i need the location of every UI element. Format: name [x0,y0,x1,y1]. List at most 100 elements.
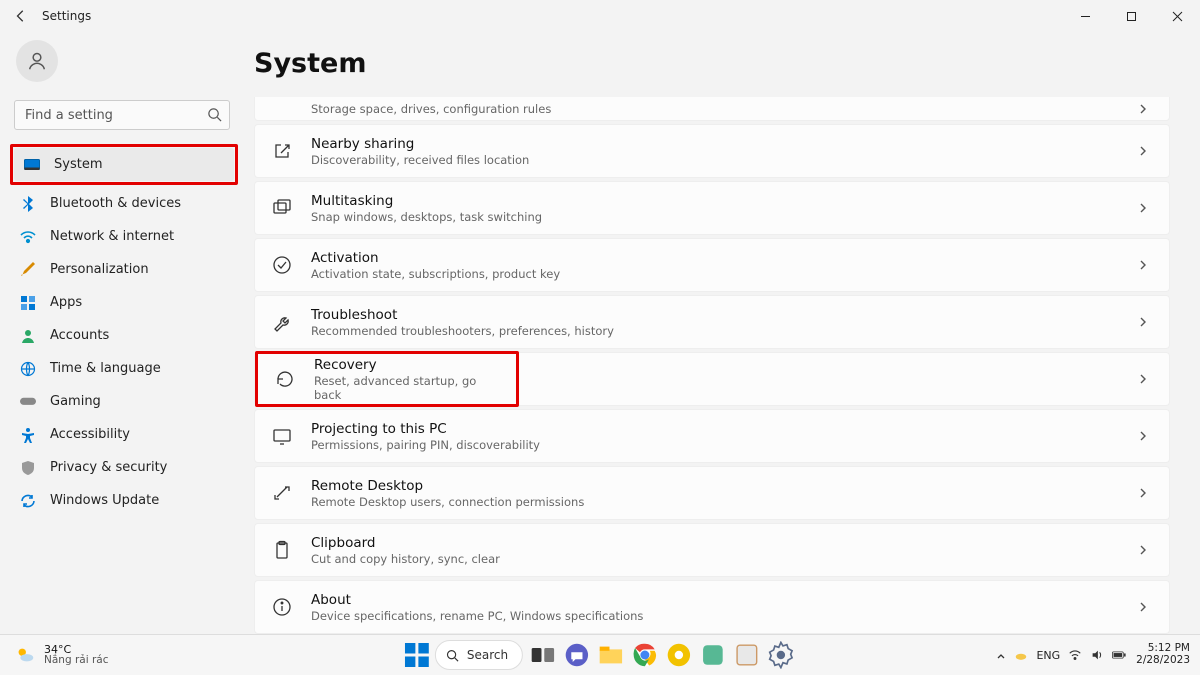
sidebar-item-accessibility[interactable]: Accessibility [10,418,238,451]
search-icon [207,107,222,122]
card-title: Projecting to this PC [311,421,1137,437]
sidebar-item-network[interactable]: Network & internet [10,220,238,253]
taskbar-search-label: Search [467,648,508,662]
chevron-right-icon [1137,544,1149,556]
info-icon [271,596,293,618]
onedrive-icon[interactable] [1014,648,1028,662]
weather-desc: Nắng rải rác [44,655,108,666]
chevron-right-icon [1137,430,1149,442]
sidebar-item-privacy[interactable]: Privacy & security [10,451,238,484]
card-projecting[interactable]: Projecting to this PCPermissions, pairin… [254,409,1170,463]
sidebar-item-label: Privacy & security [50,460,167,475]
globe-icon [20,361,36,377]
sidebar-item-label: Personalization [50,262,149,277]
battery-tray-icon[interactable] [1112,648,1126,662]
card-troubleshoot[interactable]: TroubleshootRecommended troubleshooters,… [254,295,1170,349]
remote-icon [271,482,293,504]
card-title: Clipboard [311,535,1137,551]
card-sub: Snap windows, desktops, task switching [311,210,1137,224]
sidebar-item-windows-update[interactable]: Windows Update [10,484,238,517]
card-remote-desktop[interactable]: Remote DesktopRemote Desktop users, conn… [254,466,1170,520]
minimize-button[interactable] [1062,0,1108,32]
avatar[interactable] [16,40,58,82]
shield-icon [20,460,36,476]
sidebar-item-personalization[interactable]: Personalization [10,253,238,286]
card-nearby-sharing[interactable]: Nearby sharingDiscoverability, received … [254,124,1170,178]
sidebar-item-label: Windows Update [50,493,159,508]
card-recovery-row[interactable]: RecoveryReset, advanced startup, go back [254,352,1170,406]
card-recovery[interactable]: RecoveryReset, advanced startup, go back [258,354,516,404]
chrome-canary-icon[interactable] [665,641,693,669]
card-storage-partial[interactable]: Storage space, drives, configuration rul… [254,97,1170,121]
card-title: Nearby sharing [311,136,1137,152]
explorer-icon[interactable] [597,641,625,669]
taskbar: 34°C Nắng rải rác Search ENG 5:12 [0,634,1200,675]
app-icon-2[interactable] [733,641,761,669]
sidebar-item-label: Apps [50,295,82,310]
sidebar-item-label: Network & internet [50,229,174,244]
brush-icon [20,262,36,278]
taskbar-clock[interactable]: 5:12 PM 2/28/2023 [1136,643,1190,666]
chat-icon[interactable] [563,641,591,669]
card-multitasking[interactable]: MultitaskingSnap windows, desktops, task… [254,181,1170,235]
sidebar-item-label: Gaming [50,394,101,409]
card-title: Troubleshoot [311,307,1137,323]
chevron-right-icon [1137,316,1149,328]
close-button[interactable] [1154,0,1200,32]
back-icon[interactable] [14,9,28,23]
page-title: System [254,48,1170,79]
taskbar-weather[interactable]: 34°C Nắng rải rác [0,644,108,667]
taskbar-search[interactable]: Search [435,640,523,670]
sidebar-item-time-language[interactable]: Time & language [10,352,238,385]
card-title: Recovery [314,357,496,373]
settings-icon[interactable] [767,641,795,669]
card-about[interactable]: AboutDevice specifications, rename PC, W… [254,580,1170,634]
card-title: Activation [311,250,1137,266]
start-button[interactable] [405,643,429,667]
card-sub: Storage space, drives, configuration rul… [311,102,1137,116]
sidebar-item-gaming[interactable]: Gaming [10,385,238,418]
wifi-tray-icon[interactable] [1068,648,1082,662]
card-sub: Permissions, pairing PIN, discoverabilit… [311,438,1137,452]
search-input[interactable] [14,100,230,130]
apps-icon [20,295,36,311]
chevron-right-icon [1137,487,1149,499]
chevron-right-icon [1137,259,1149,271]
card-activation[interactable]: ActivationActivation state, subscription… [254,238,1170,292]
taskview-icon[interactable] [529,641,557,669]
window-title: Settings [42,9,91,23]
sidebar-item-label: Accessibility [50,427,130,442]
sidebar-item-system[interactable]: System [14,148,234,181]
language-indicator[interactable]: ENG [1036,649,1060,662]
card-sub: Discoverability, received files location [311,153,1137,167]
sidebar-item-bluetooth[interactable]: Bluetooth & devices [10,187,238,220]
search-icon [446,649,459,662]
card-sub: Cut and copy history, sync, clear [311,552,1137,566]
card-sub: Remote Desktop users, connection permiss… [311,495,1137,509]
sidebar-item-label: Bluetooth & devices [50,196,181,211]
wrench-icon [271,311,293,333]
card-clipboard[interactable]: ClipboardCut and copy history, sync, cle… [254,523,1170,577]
highlight-system: System [10,144,238,185]
chevron-up-icon[interactable] [996,646,1006,665]
sidebar-item-apps[interactable]: Apps [10,286,238,319]
accessibility-icon [20,427,36,443]
volume-tray-icon[interactable] [1090,648,1104,662]
card-title: Remote Desktop [311,478,1137,494]
sidebar-item-accounts[interactable]: Accounts [10,319,238,352]
tray[interactable]: ENG [996,646,1126,665]
maximize-button[interactable] [1108,0,1154,32]
wifi-icon [20,229,36,245]
recovery-icon [274,368,296,390]
multitask-icon [271,197,293,219]
check-circle-icon [271,254,293,276]
sidebar-item-label: Accounts [50,328,109,343]
project-icon [271,425,293,447]
chevron-right-icon [1137,601,1149,613]
card-sub: Device specifications, rename PC, Window… [311,609,1137,623]
chrome-icon[interactable] [631,641,659,669]
chevron-right-icon [1137,373,1149,385]
app-icon-1[interactable] [699,641,727,669]
chevron-right-icon [1137,202,1149,214]
card-title: Multitasking [311,193,1137,209]
